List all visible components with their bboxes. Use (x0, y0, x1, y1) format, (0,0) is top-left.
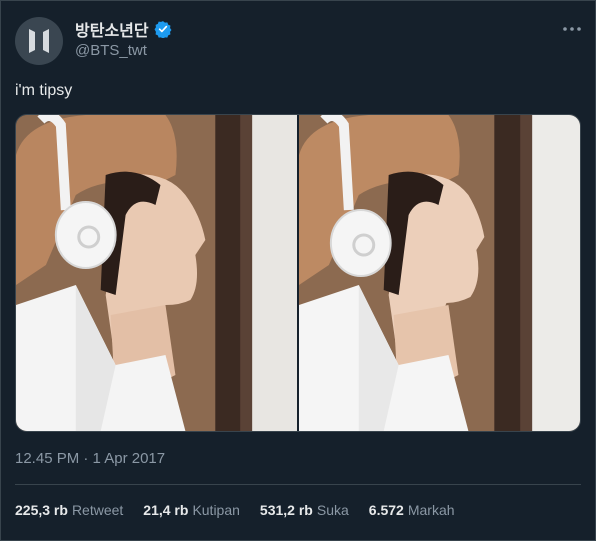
display-name[interactable]: 방탄소년단 (75, 17, 149, 41)
bts-logo-icon (29, 29, 49, 53)
photo-2[interactable] (299, 115, 580, 431)
divider (15, 484, 581, 485)
stat-value: 21,4 rb (143, 502, 189, 518)
tweet-text: i'm tipsy (15, 82, 73, 99)
more-options-icon[interactable] (561, 22, 583, 36)
handle[interactable]: @BTS_twt (75, 42, 147, 59)
photo-2-image (299, 115, 580, 431)
stat-retweets[interactable]: 225,3 rb Retweet (15, 502, 123, 518)
stat-label: Markah (407, 502, 455, 518)
verified-badge-icon (154, 21, 172, 38)
tweet-timestamp[interactable]: 12.45 PM · 1 Apr 2017 (15, 450, 165, 467)
stat-likes[interactable]: 531,2 rb Suka (260, 502, 349, 518)
stat-value: 225,3 rb (15, 502, 68, 518)
photo-1[interactable] (16, 115, 297, 431)
media-grid (15, 114, 581, 432)
stat-quotes[interactable]: 21,4 rb Kutipan (143, 502, 240, 518)
stat-label: Kutipan (192, 502, 240, 518)
photo-1-image (16, 115, 297, 431)
stat-value: 531,2 rb (259, 502, 313, 518)
stat-value: 6.572 (368, 502, 404, 518)
avatar[interactable] (15, 17, 63, 65)
engagement-stats: 225,3 rb Retweet 21,4 rb Kutipan 531,2 rb S… (15, 502, 475, 518)
stat-label: Suka (316, 502, 349, 518)
stat-bookmarks[interactable]: 6.572 Markah (369, 502, 455, 518)
stat-label: Retweet (71, 502, 124, 518)
